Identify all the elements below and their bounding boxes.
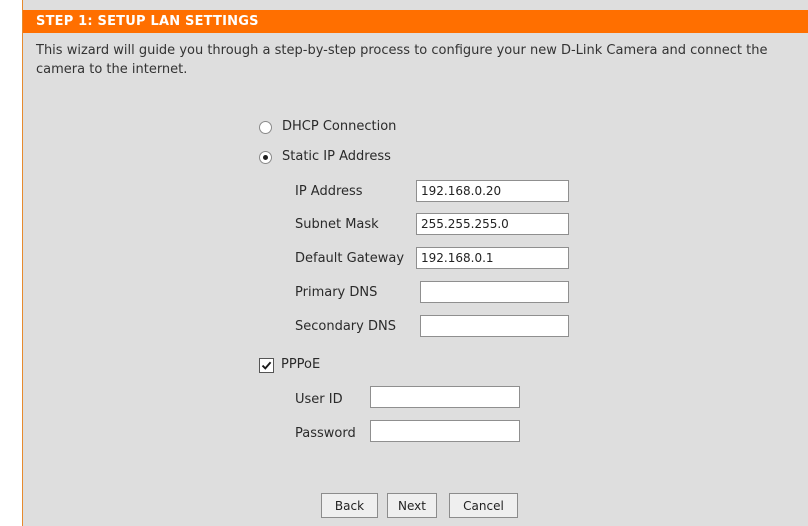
user-id-input[interactable] [370,386,520,408]
ip-address-label: IP Address [295,184,363,199]
user-id-label: User ID [295,392,343,407]
secondary-dns-input[interactable] [420,315,569,337]
cancel-button[interactable]: Cancel [449,493,518,518]
subnet-mask-input[interactable] [416,213,569,235]
default-gateway-label: Default Gateway [295,251,405,266]
pppoe-checkbox[interactable] [259,358,274,373]
default-gateway-input[interactable] [416,247,569,269]
pppoe-label: PPPoE [281,357,321,372]
page-title: STEP 1: SETUP LAN SETTINGS [36,14,259,29]
next-button[interactable]: Next [387,493,437,518]
secondary-dns-label: Secondary DNS [295,319,396,334]
checkmark-icon [261,361,272,370]
static-ip-radio[interactable] [259,151,272,164]
back-button[interactable]: Back [321,493,378,518]
wizard-panel: STEP 1: SETUP LAN SETTINGS This wizard w… [22,0,808,526]
title-bar: STEP 1: SETUP LAN SETTINGS [23,10,808,33]
subnet-mask-label: Subnet Mask [295,217,379,232]
password-input[interactable] [370,420,520,442]
intro-text: This wizard will guide you through a ste… [36,43,768,77]
password-label: Password [295,426,356,441]
dhcp-label: DHCP Connection [282,119,397,134]
radio-selected-dot [263,155,268,160]
static-ip-label: Static IP Address [282,149,391,164]
ip-address-input[interactable] [416,180,569,202]
dhcp-radio[interactable] [259,121,272,134]
primary-dns-input[interactable] [420,281,569,303]
primary-dns-label: Primary DNS [295,285,378,300]
